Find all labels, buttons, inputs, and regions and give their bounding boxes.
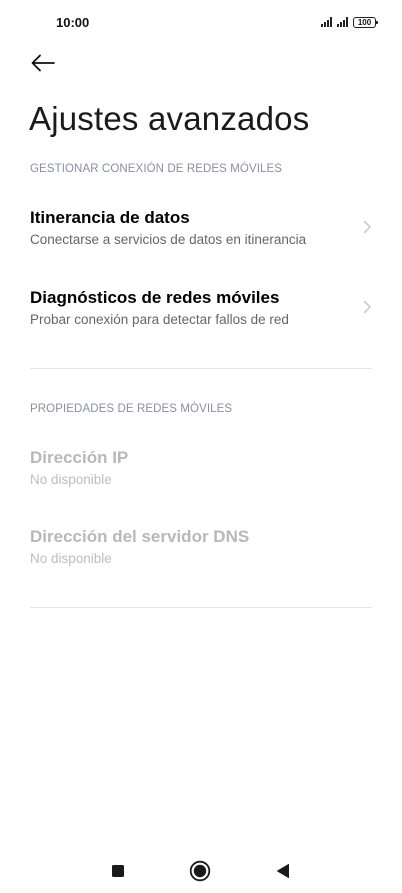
item-subtitle: No disponible bbox=[30, 472, 112, 487]
home-button[interactable] bbox=[189, 860, 211, 882]
recents-button[interactable] bbox=[107, 860, 129, 882]
status-time: 10:00 bbox=[56, 15, 90, 30]
dns-server-item: Dirección del servidor DNS No disponible bbox=[0, 527, 402, 591]
back-triangle-icon bbox=[277, 864, 289, 878]
arrow-left-icon bbox=[31, 54, 55, 72]
item-title: Diagnósticos de redes móviles bbox=[30, 288, 280, 307]
item-subtitle: Probar conexión para detectar fallos de … bbox=[30, 312, 289, 327]
section-divider bbox=[30, 607, 372, 608]
chevron-right-icon bbox=[363, 220, 371, 234]
section-divider bbox=[30, 368, 372, 369]
item-title: Dirección del servidor DNS bbox=[30, 527, 250, 546]
section-header-mobile-properties: PROPIEDADES DE REDES MÓVILES bbox=[30, 403, 233, 415]
network-diagnostics-item[interactable]: Diagnósticos de redes móviles Probar con… bbox=[0, 288, 402, 352]
battery-icon: 100 bbox=[353, 16, 378, 28]
page-title: Ajustes avanzados bbox=[29, 100, 310, 137]
item-title: Dirección IP bbox=[30, 448, 129, 467]
item-title: Itinerancia de datos bbox=[30, 208, 190, 227]
signal-icon bbox=[321, 17, 332, 27]
data-roaming-item[interactable]: Itinerancia de datos Conectarse a servic… bbox=[0, 208, 402, 272]
status-bar: 10:00 100 bbox=[0, 0, 402, 44]
item-subtitle: No disponible bbox=[30, 551, 112, 566]
system-back-button[interactable] bbox=[272, 860, 294, 882]
section-header-mobile-connection: GESTIONAR CONEXIÓN DE REDES MÓVILES bbox=[30, 163, 283, 175]
back-button[interactable] bbox=[30, 52, 56, 74]
signal-icon bbox=[337, 17, 348, 27]
chevron-right-icon bbox=[363, 300, 371, 314]
status-icons: 100 bbox=[321, 15, 378, 29]
navigation-bar bbox=[0, 846, 402, 893]
item-subtitle: Conectarse a servicios de datos en itine… bbox=[30, 232, 307, 247]
ip-address-item: Dirección IP No disponible bbox=[0, 448, 402, 512]
recents-square-icon bbox=[112, 865, 124, 877]
home-circle-icon bbox=[189, 860, 211, 882]
